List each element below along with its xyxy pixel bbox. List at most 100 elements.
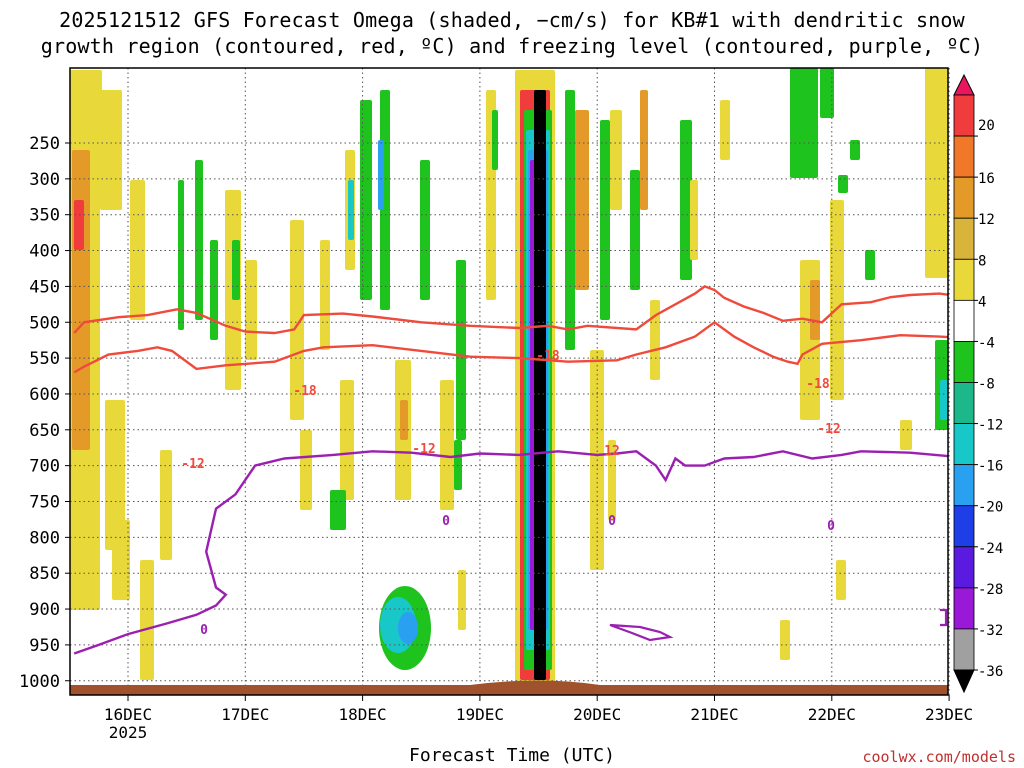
contour-label: 0 (608, 514, 616, 529)
omega-cell (160, 450, 172, 560)
omega-cell (340, 380, 354, 500)
omega-cell (720, 100, 730, 160)
x-tick-label: 21DEC (690, 705, 738, 724)
colorbar-label: -16 (978, 459, 1003, 475)
colorbar-label: -24 (978, 541, 1003, 557)
colorbar-box (953, 423, 975, 466)
y-tick-label: 250 (29, 134, 60, 154)
colorbar-box (953, 587, 975, 630)
omega-cell (458, 570, 466, 630)
omega-cell (640, 90, 648, 210)
y-tick-label: 550 (29, 349, 60, 369)
y-tick-label: 600 (29, 385, 60, 405)
y-tick-label: 650 (29, 421, 60, 441)
omega-cell (836, 560, 846, 600)
omega-cell (575, 110, 589, 290)
contour-label: -18 (806, 377, 830, 392)
colorbar-bottom-arrow (953, 669, 975, 694)
colorbar-label: -32 (978, 623, 1003, 639)
omega-cell (130, 180, 145, 320)
colorbar-label: -20 (978, 500, 1003, 516)
site-credit: coolwx.com/models (862, 748, 1016, 766)
omega-cell (400, 400, 408, 440)
x-tick-label: 18DEC (339, 705, 387, 724)
contour-label: 0 (827, 519, 835, 534)
x-tick-label: 16DEC (104, 705, 152, 724)
omega-cell (360, 100, 372, 300)
rising-motion-core-left (72, 150, 90, 450)
contour-label: -12 (817, 422, 840, 437)
omega-cell (330, 490, 346, 530)
x-tick-label: 22DEC (808, 705, 856, 724)
omega-cell (940, 380, 948, 420)
x-tick-label: 23DEC (925, 705, 973, 724)
y-tick-label: 450 (29, 277, 60, 297)
y-tick-label: 900 (29, 600, 60, 620)
omega-cell (690, 180, 698, 260)
low-level-updraft-blue (398, 612, 418, 644)
omega-cell (140, 560, 154, 680)
omega-cell (630, 170, 640, 290)
colorbar-box (953, 299, 975, 342)
colorbar-label: 16 (978, 171, 995, 187)
omega-cell (650, 300, 660, 380)
omega-time-height-chart: -18 -18 -18 -12 -12 12 -12 0 0 0 0 250 300 350 400 450 5… (19, 67, 1003, 742)
omega-cell (925, 68, 948, 278)
y-tick-label: 700 (29, 457, 60, 477)
colorbar-box (953, 464, 975, 507)
colorbar-box (953, 505, 975, 548)
contour-label: -18 (536, 349, 560, 364)
colorbar-top-arrow (953, 73, 975, 96)
omega-cell (300, 430, 312, 510)
colorbar-label: 4 (978, 294, 986, 310)
colorbar-label: -12 (978, 418, 1003, 434)
contour-label: -12 (181, 457, 204, 472)
omega-cell (100, 90, 122, 210)
omega-cell (865, 250, 875, 280)
x-tick-label: 17DEC (221, 705, 269, 724)
omega-cell (232, 240, 240, 300)
omega-cell (88, 70, 102, 110)
omega-cell (454, 440, 462, 490)
omega-cell (820, 68, 834, 118)
freezing-level-edge (940, 608, 948, 627)
omega-cell (195, 160, 203, 320)
colorbar-box (953, 382, 975, 424)
colorbar-box (953, 135, 975, 178)
x-tick-label: 20DEC (573, 705, 621, 724)
omega-cell (210, 240, 218, 340)
omega-cell (378, 140, 384, 210)
y-tick-label: 850 (29, 564, 60, 584)
omega-cell (492, 110, 498, 170)
omega-cell (600, 120, 610, 320)
updraft-core-black (534, 90, 546, 680)
colorbar-box (953, 176, 975, 219)
contour-label: 0 (200, 623, 208, 638)
rising-motion-peak-left (74, 200, 84, 250)
colorbar-box (953, 94, 975, 137)
omega-cell (900, 420, 912, 450)
y-tick-label: 950 (29, 636, 60, 656)
x-year-label: 2025 (109, 723, 148, 742)
colorbar-box (953, 341, 975, 383)
freezing-level-loop (609, 623, 674, 642)
omega-cell (838, 175, 848, 193)
x-tick-label: 19DEC (456, 705, 504, 724)
omega-cell (790, 68, 818, 178)
omega-cell (610, 110, 622, 210)
omega-cell (440, 380, 454, 510)
colorbar-box (953, 546, 975, 589)
contour-label: -18 (293, 384, 317, 399)
omega-cell (565, 90, 575, 350)
y-tick-label: 400 (29, 242, 60, 262)
y-tick-label: 350 (29, 206, 60, 226)
omega-cell (245, 260, 257, 360)
omega-cell (112, 520, 130, 600)
colorbar-box (953, 217, 975, 260)
y-tick-label: 500 (29, 313, 60, 333)
colorbar-label: -4 (978, 335, 995, 351)
y-tick-label: 300 (29, 170, 60, 190)
colorbar-label: -8 (978, 377, 995, 393)
contour-label: 12 (604, 444, 620, 459)
y-tick-label: 750 (29, 493, 60, 513)
